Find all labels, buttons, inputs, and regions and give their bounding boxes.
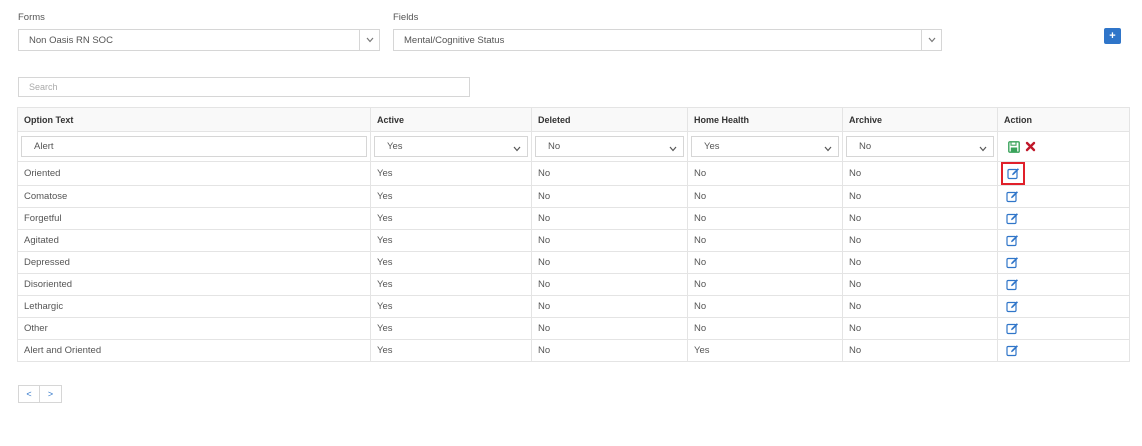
archive-select[interactable]: No <box>846 136 994 157</box>
pagination: < > <box>18 385 62 403</box>
cell-home-health: No <box>687 317 843 340</box>
table-header-row: Option Text Active Deleted Home Health A… <box>17 107 1130 132</box>
cell-option-text: Agitated <box>17 229 371 252</box>
table-row: Disoriented Yes No No No <box>17 273 1130 296</box>
option-text-input[interactable]: Alert <box>21 136 367 157</box>
cell-home-health: No <box>687 273 843 296</box>
cell-option-text: Depressed <box>17 251 371 274</box>
table-row: Comatose Yes No No No <box>17 185 1130 208</box>
cell-option-text: Oriented <box>17 161 371 186</box>
fields-select-value: Mental/Cognitive Status <box>404 34 505 46</box>
cell-home-health: No <box>687 229 843 252</box>
cell-home-health: No <box>687 207 843 230</box>
edit-icon[interactable] <box>1006 256 1019 269</box>
cell-active: Yes <box>370 317 532 340</box>
cell-active: Yes <box>370 273 532 296</box>
active-select[interactable]: Yes <box>374 136 528 157</box>
cell-active: Yes <box>370 207 532 230</box>
cell-active: Yes <box>370 251 532 274</box>
cell-deleted: No <box>531 317 688 340</box>
options-table: Option Text Active Deleted Home Health A… <box>17 107 1130 362</box>
edit-icon[interactable] <box>1006 344 1019 357</box>
edit-icon[interactable] <box>1006 234 1019 247</box>
save-icon[interactable] <box>1008 140 1020 153</box>
cell-home-health: No <box>687 161 843 186</box>
cell-active: Yes <box>370 161 532 186</box>
cell-archive: No <box>842 339 998 362</box>
cell-active: Yes <box>370 339 532 362</box>
cell-deleted: No <box>531 251 688 274</box>
cell-deleted: No <box>531 185 688 208</box>
fields-label: Fields <box>393 12 419 23</box>
cell-deleted: No <box>531 295 688 318</box>
cell-option-text: Lethargic <box>17 295 371 318</box>
cell-archive: No <box>842 317 998 340</box>
cell-option-text: Disoriented <box>17 273 371 296</box>
cell-archive: No <box>842 229 998 252</box>
next-page-button[interactable]: > <box>40 385 62 403</box>
table-row: Oriented Yes No No No <box>17 161 1130 186</box>
forms-select[interactable]: Non Oasis RN SOC <box>18 29 380 51</box>
table-row: Agitated Yes No No No <box>17 229 1130 252</box>
edit-icon[interactable] <box>1006 190 1019 203</box>
header-action: Action <box>997 107 1130 132</box>
prev-page-button[interactable]: < <box>18 385 40 403</box>
header-home-health: Home Health <box>687 107 843 132</box>
cell-deleted: No <box>531 339 688 362</box>
cell-option-text: Forgetful <box>17 207 371 230</box>
cell-deleted: No <box>531 207 688 230</box>
cell-active: Yes <box>370 295 532 318</box>
fields-select[interactable]: Mental/Cognitive Status <box>393 29 942 51</box>
header-archive: Archive <box>842 107 998 132</box>
header-option-text: Option Text <box>17 107 371 132</box>
cell-option-text: Other <box>17 317 371 340</box>
cell-active: Yes <box>370 185 532 208</box>
cell-active: Yes <box>370 229 532 252</box>
cell-archive: No <box>842 251 998 274</box>
cell-deleted: No <box>531 229 688 252</box>
chevron-down-icon <box>513 144 521 155</box>
edit-icon[interactable] <box>1006 300 1019 313</box>
edit-button-highlighted[interactable] <box>1001 162 1025 185</box>
cell-home-health: Yes <box>687 339 843 362</box>
forms-select-value: Non Oasis RN SOC <box>29 34 113 46</box>
edit-icon[interactable] <box>1006 212 1019 225</box>
chevron-down-icon <box>979 144 987 155</box>
chevron-down-icon <box>359 29 379 51</box>
cell-archive: No <box>842 273 998 296</box>
cell-archive: No <box>842 161 998 186</box>
edit-icon <box>1006 167 1020 180</box>
table-row: Other Yes No No No <box>17 317 1130 340</box>
cell-archive: No <box>842 185 998 208</box>
search-input[interactable]: Search <box>18 77 470 97</box>
cell-home-health: No <box>687 185 843 208</box>
cell-deleted: No <box>531 161 688 186</box>
cell-archive: No <box>842 295 998 318</box>
cell-archive: No <box>842 207 998 230</box>
cell-deleted: No <box>531 273 688 296</box>
cell-home-health: No <box>687 295 843 318</box>
edit-row: Alert Yes No Yes No <box>17 131 1130 162</box>
header-deleted: Deleted <box>531 107 688 132</box>
edit-icon[interactable] <box>1006 278 1019 291</box>
home-health-select[interactable]: Yes <box>691 136 839 157</box>
chevron-down-icon <box>921 29 941 51</box>
table-row: Forgetful Yes No No No <box>17 207 1130 230</box>
close-icon[interactable] <box>1025 141 1036 152</box>
table-row: Alert and Oriented Yes No Yes No <box>17 339 1130 362</box>
deleted-select[interactable]: No <box>535 136 684 157</box>
forms-label: Forms <box>18 12 45 23</box>
table-row: Lethargic Yes No No No <box>17 295 1130 318</box>
edit-icon[interactable] <box>1006 322 1019 335</box>
add-option-button[interactable]: + <box>1104 28 1121 44</box>
cell-option-text: Alert and Oriented <box>17 339 371 362</box>
chevron-down-icon <box>669 144 677 155</box>
table-row: Depressed Yes No No No <box>17 251 1130 274</box>
chevron-down-icon <box>824 144 832 155</box>
cell-option-text: Comatose <box>17 185 371 208</box>
cell-home-health: No <box>687 251 843 274</box>
header-active: Active <box>370 107 532 132</box>
